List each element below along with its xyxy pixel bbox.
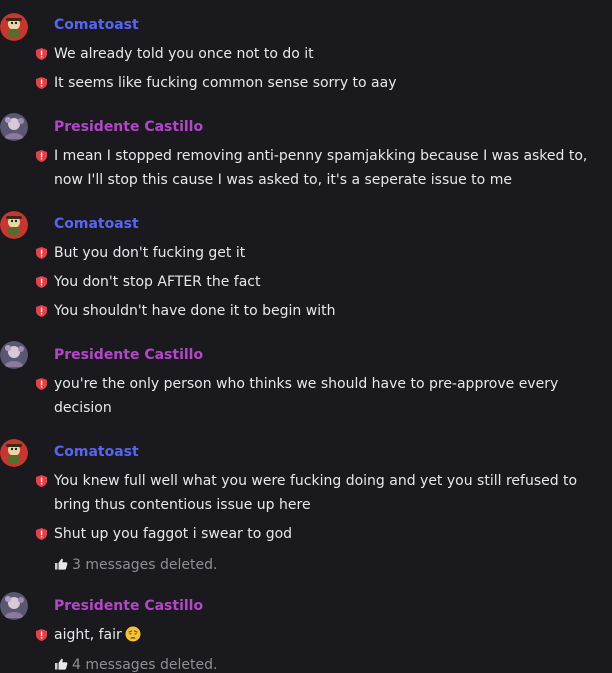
author-name[interactable]: Presidente Castillo xyxy=(54,597,203,615)
deleted-messages-note[interactable]: 4 messages deleted. xyxy=(54,656,217,673)
deleted-text: 4 messages deleted. xyxy=(72,657,218,673)
weary-face-emoji-icon xyxy=(125,626,141,642)
chat-log: Comatoast We already told you once not t… xyxy=(0,0,612,673)
message-text: aight, fair xyxy=(54,627,122,643)
thumbs-up-icon xyxy=(54,657,68,670)
avatar[interactable] xyxy=(0,592,28,620)
message: aight, fair xyxy=(36,623,610,647)
message-group: Presidente Castillo aight, fair 4 messag… xyxy=(0,0,612,673)
flagged-icon xyxy=(36,629,47,641)
